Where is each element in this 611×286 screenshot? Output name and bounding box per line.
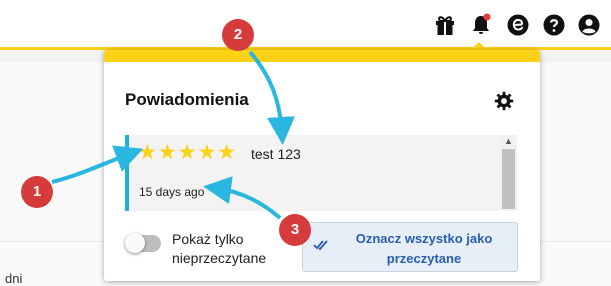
background-partial-text: dni: [5, 271, 23, 286]
scrollbar-thumb[interactable]: [502, 149, 515, 209]
scroll-up-arrow-icon[interactable]: ▲: [500, 135, 517, 148]
rating-stars: ★★★★★: [138, 141, 238, 164]
e-circle-icon[interactable]: [506, 13, 530, 37]
toggle-knob: [125, 233, 145, 253]
annotation-badge-1: 1: [21, 176, 53, 208]
unread-only-toggle[interactable]: [125, 233, 161, 253]
scrollbar[interactable]: ▲: [500, 135, 517, 211]
annotation-badge-3: 3: [279, 214, 311, 246]
gift-icon[interactable]: [433, 13, 457, 37]
help-icon[interactable]: [542, 13, 566, 37]
user-icon[interactable]: [577, 13, 601, 37]
notification-list[interactable]: ★★★★★ test 123 15 days ago ▲: [125, 135, 517, 211]
popup-accent-bar: [104, 50, 540, 62]
popup-title: Powiadomienia: [125, 90, 249, 109]
notification-text: test 123: [251, 146, 301, 162]
mark-all-read-button[interactable]: Oznacz wszystko jako przeczytane: [302, 222, 518, 272]
annotation-badge-2: 2: [222, 19, 254, 51]
bell-icon[interactable]: [469, 13, 493, 37]
gear-icon[interactable]: [493, 90, 515, 112]
unread-only-label: Pokaż tylko nieprzeczytane: [172, 231, 267, 266]
notifications-popup: Powiadomienia ★★★★★ test 123 15 days ago…: [104, 50, 540, 281]
notification-timestamp: 15 days ago: [139, 185, 205, 199]
top-navigation-bar: [0, 0, 611, 50]
notification-dot: [483, 13, 491, 21]
double-check-icon: [313, 240, 328, 251]
notification-item[interactable]: ★★★★★ test 123 15 days ago: [125, 135, 499, 211]
mark-all-read-label: Oznacz wszystko jako przeczytane: [355, 231, 493, 266]
